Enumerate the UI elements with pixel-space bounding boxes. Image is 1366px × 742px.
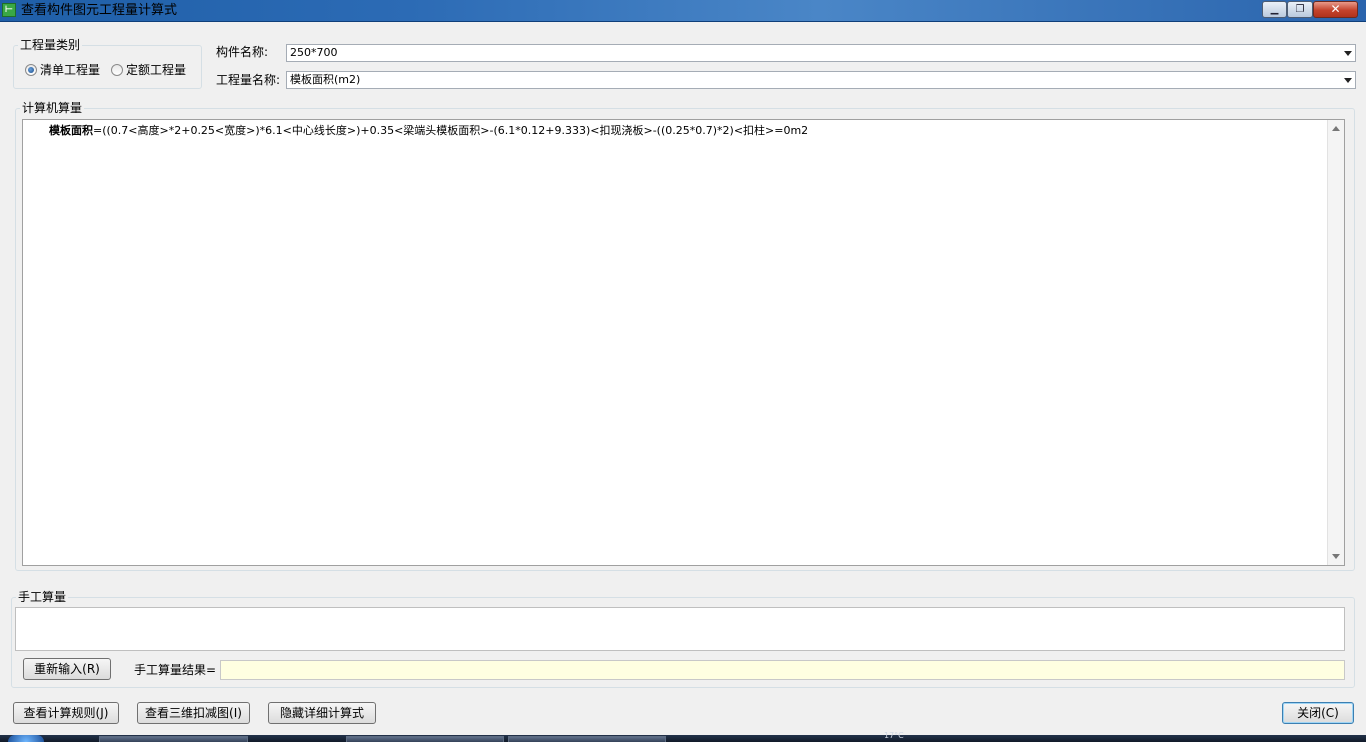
manual-result-label: 手工算量结果=	[134, 663, 217, 677]
taskbar-item[interactable]	[508, 736, 666, 742]
component-name-label: 构件名称:	[216, 45, 269, 59]
app-icon: ⊢	[2, 3, 16, 17]
vertical-scrollbar[interactable]	[1327, 120, 1344, 565]
component-name-select[interactable]: 250*700	[286, 44, 1356, 62]
radio-quota-quantity-label: 定额工程量	[126, 63, 187, 77]
computer-calc-group-label: 计算机算量	[20, 100, 85, 116]
component-name-value: 250*700	[290, 46, 338, 59]
manual-formula-input[interactable]	[15, 607, 1345, 651]
taskbar: 17°C	[0, 731, 1366, 742]
formula-quantity-name: 模板面积	[49, 124, 93, 137]
quantity-name-label: 工程量名称:	[216, 73, 281, 87]
view-calc-rules-button[interactable]: 查看计算规则(J)	[13, 702, 119, 724]
view-3d-deduction-button[interactable]: 查看三维扣减图(I)	[137, 702, 250, 724]
manual-result-field[interactable]	[220, 660, 1345, 680]
chevron-down-icon[interactable]	[1344, 78, 1352, 83]
weather-temperature: 17°C	[884, 731, 904, 740]
hide-detailed-formula-button[interactable]: 隐藏详细计算式	[268, 702, 376, 724]
close-window-button[interactable]: ✕	[1313, 1, 1358, 18]
quantity-type-group-label: 工程量类别	[18, 37, 83, 53]
manual-calc-group-label: 手工算量	[16, 589, 69, 605]
scroll-down-icon[interactable]	[1332, 554, 1340, 559]
formula-expression: =((0.7<高度>*2+0.25<宽度>)*6.1<中心线长度>)+0.35<…	[93, 124, 809, 137]
window-title: 查看构件图元工程量计算式	[21, 3, 178, 18]
formula-display[interactable]: 模板面积=((0.7<高度>*2+0.25<宽度>)*6.1<中心线长度>)+0…	[22, 119, 1345, 566]
close-button[interactable]: 关闭(C)	[1282, 702, 1354, 724]
title-bar: ⊢ 查看构件图元工程量计算式 ▁ ❐ ✕	[0, 0, 1366, 22]
start-orb-icon[interactable]	[8, 735, 44, 742]
radio-bill-quantity-label: 清单工程量	[40, 63, 101, 77]
quantity-name-value: 模板面积(m2)	[290, 73, 361, 86]
reenter-button[interactable]: 重新输入(R)	[23, 658, 111, 680]
minimize-button[interactable]: ▁	[1262, 1, 1287, 18]
taskbar-item[interactable]	[346, 736, 504, 742]
taskbar-item[interactable]	[99, 736, 248, 742]
scroll-up-icon[interactable]	[1332, 126, 1340, 131]
radio-bill-quantity[interactable]: 清单工程量	[25, 63, 100, 77]
quantity-name-select[interactable]: 模板面积(m2)	[286, 71, 1356, 89]
radio-unchecked-icon[interactable]	[111, 64, 123, 76]
radio-checked-icon[interactable]	[25, 64, 37, 76]
radio-quota-quantity[interactable]: 定额工程量	[111, 63, 186, 77]
chevron-down-icon[interactable]	[1344, 51, 1352, 56]
maximize-button[interactable]: ❐	[1287, 1, 1313, 18]
formula-line: 模板面积=((0.7<高度>*2+0.25<宽度>)*6.1<中心线长度>)+0…	[49, 124, 808, 138]
